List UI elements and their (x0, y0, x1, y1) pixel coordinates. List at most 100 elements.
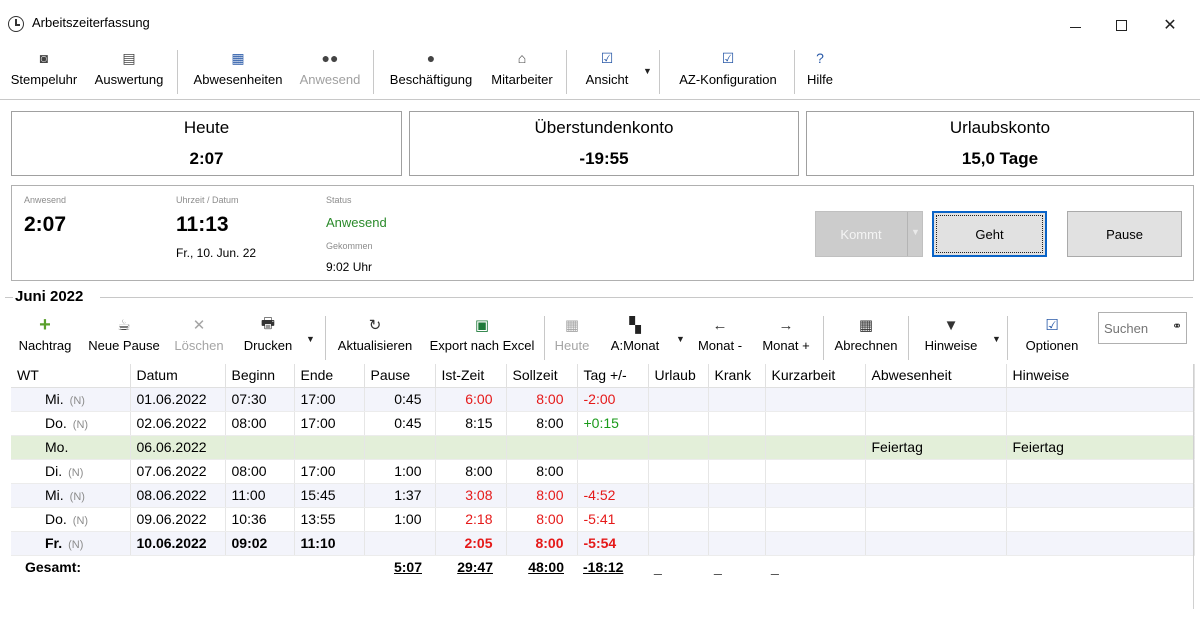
group-frame-line (100, 297, 1193, 298)
export-excel-button[interactable]: ▣ Export nach Excel (424, 315, 540, 361)
search-input[interactable] (1104, 315, 1164, 341)
heute-button[interactable]: ▦ Heute (551, 315, 593, 361)
column-header[interactable]: Sollzeit (506, 364, 578, 388)
soll-cell: 8:00 (506, 459, 578, 484)
hinweise-cell (1006, 507, 1195, 532)
optionen-button[interactable]: ☑ Optionen (1018, 315, 1086, 361)
loeschen-button[interactable]: ✕ Löschen (170, 315, 228, 361)
pause-button[interactable]: Pause (1067, 211, 1182, 257)
column-header[interactable]: Urlaub (648, 364, 709, 388)
ansicht-button[interactable]: ☑ Ansicht (578, 48, 636, 96)
table-row[interactable]: Mo. 06.06.2022 Feiertag Feiertag (11, 435, 1195, 460)
maximize-button[interactable] (1098, 10, 1144, 40)
table-row[interactable]: Di. (N) 07.06.2022 08:00 17:00 1:00 8:00 … (11, 459, 1195, 484)
total-ist: 29:47 (457, 559, 493, 576)
clock-icon: ◙ (39, 50, 49, 66)
tag-diff-cell: +0:15 (577, 411, 649, 436)
help-icon: ? (816, 50, 824, 66)
column-header[interactable]: Abwesenheit (865, 364, 1007, 388)
table-header-row: WT Datum Beginn Ende Pause Ist-Zeit Soll… (11, 364, 1195, 388)
mitarbeiter-button[interactable]: ⌂ Mitarbeiter (485, 48, 559, 96)
az-konfiguration-button[interactable]: ☑ AZ-Konfiguration (670, 48, 786, 96)
monat-plus-button[interactable]: → Monat + (757, 315, 815, 361)
coffee-icon: ☕ (117, 317, 131, 334)
table-row[interactable]: Do. (N) 09.06.2022 10:36 13:55 1:00 2:18 … (11, 507, 1195, 532)
plus-icon: + (39, 313, 51, 336)
date-cell: 10.06.2022 (130, 531, 226, 556)
table-row[interactable]: Do. (N) 02.06.2022 08:00 17:00 0:45 8:15 … (11, 411, 1195, 436)
kurzarbeit-cell (765, 507, 866, 532)
begin-cell: 08:00 (225, 459, 295, 484)
date-cell: 02.06.2022 (130, 411, 226, 436)
urlaub-cell (648, 507, 709, 532)
beschaeftigung-button[interactable]: ● Beschäftigung (384, 48, 478, 96)
end-cell: 17:00 (294, 387, 365, 412)
heute-label: Heute (183, 118, 230, 137)
binoculars-icon[interactable]: ⚭ (1172, 319, 1182, 333)
report-icon: ▤ (122, 49, 136, 66)
table-row[interactable]: Mi. (N) 01.06.2022 07:30 17:00 0:45 6:00 … (11, 387, 1195, 412)
grid-right-border (1193, 364, 1194, 609)
total-label: Gesamt: (25, 559, 82, 576)
hilfe-button[interactable]: ? Hilfe (802, 48, 838, 96)
column-header[interactable]: Beginn (225, 364, 295, 388)
krank-cell (708, 459, 766, 484)
close-button[interactable]: ✕ (1147, 10, 1193, 40)
config-icon: ☑ (721, 49, 735, 66)
aktualisieren-button[interactable]: ↻ Aktualisieren (332, 315, 418, 361)
ist-cell: 2:05 (435, 531, 507, 556)
status-panel: Anwesend 2:07 Uhrzeit / Datum 11:13 Fr.,… (11, 185, 1194, 281)
status-label: Status (326, 195, 352, 205)
column-header[interactable]: Ende (294, 364, 365, 388)
column-header[interactable]: Kurzarbeit (765, 364, 866, 388)
abrechnen-button[interactable]: ▦ Abrechnen (829, 315, 903, 361)
ansicht-dropdown-icon[interactable]: ▼ (643, 66, 652, 76)
nachtrag-button[interactable]: + Nachtrag (14, 313, 76, 361)
geht-button[interactable]: Geht (932, 211, 1047, 257)
abwesenheiten-button[interactable]: ▦ Abwesenheiten (188, 48, 288, 96)
column-header[interactable]: Krank (708, 364, 766, 388)
auswertung-button[interactable]: ▤ Auswertung (88, 48, 170, 96)
column-header[interactable]: WT (11, 364, 131, 388)
column-header[interactable]: Pause (364, 364, 436, 388)
begin-cell: 08:00 (225, 411, 295, 436)
pause-cell: 0:45 (364, 411, 436, 436)
kommt-button[interactable]: Kommt ▼ (815, 211, 923, 257)
drucken-dropdown-icon[interactable]: ▼ (306, 334, 315, 344)
a-monat-button[interactable]: ▚ A:Monat (604, 315, 666, 361)
urlaub-cell (648, 411, 709, 436)
excel-icon: ▣ (474, 317, 490, 334)
stempeluhr-button[interactable]: ◙ Stempeluhr (4, 48, 84, 96)
monat-minus-button[interactable]: ← Monat - (693, 315, 747, 361)
ist-cell: 3:08 (435, 483, 507, 508)
column-header[interactable]: Hinweise (1006, 364, 1195, 388)
table-row[interactable]: Fr. (N) 10.06.2022 09:02 11:10 2:05 8:00 … (11, 531, 1195, 556)
anwesend-button[interactable]: ●● Anwesend (295, 48, 365, 96)
a-monat-dropdown-icon[interactable]: ▼ (676, 334, 685, 344)
table-row[interactable]: Mi. (N) 08.06.2022 11:00 15:45 1:37 3:08 … (11, 483, 1195, 508)
minimize-button[interactable] (1052, 10, 1098, 40)
maximize-icon (1115, 19, 1127, 31)
column-header[interactable]: Ist-Zeit (435, 364, 507, 388)
chevron-down-icon[interactable]: ▼ (911, 227, 920, 237)
abwesenheit-cell (865, 507, 1007, 532)
hinweise-cell: Feiertag (1006, 435, 1195, 460)
toolbar-separator (544, 316, 545, 360)
drucken-button[interactable]: 🖶 Drucken (238, 315, 298, 361)
people-icon: ●● (321, 50, 339, 66)
hinweise-cell (1006, 459, 1195, 484)
total-krank: _ (714, 559, 722, 576)
time-table: WT Datum Beginn Ende Pause Ist-Zeit Soll… (11, 364, 1195, 579)
anwesend-value: 2:07 (24, 213, 67, 236)
tag-diff-cell (577, 435, 649, 460)
toolbar-separator (566, 50, 567, 94)
column-header[interactable]: Tag +/- (577, 364, 649, 388)
neue-pause-button[interactable]: ☕ Neue Pause (86, 315, 162, 361)
end-cell: 15:45 (294, 483, 365, 508)
begin-cell: 10:36 (225, 507, 295, 532)
kurzarbeit-cell (765, 411, 866, 436)
column-header[interactable]: Datum (130, 364, 226, 388)
hinweise-dropdown-icon[interactable]: ▼ (992, 334, 1001, 344)
toolbar-separator (659, 50, 660, 94)
hinweise-button[interactable]: ▼ Hinweise (918, 315, 984, 361)
